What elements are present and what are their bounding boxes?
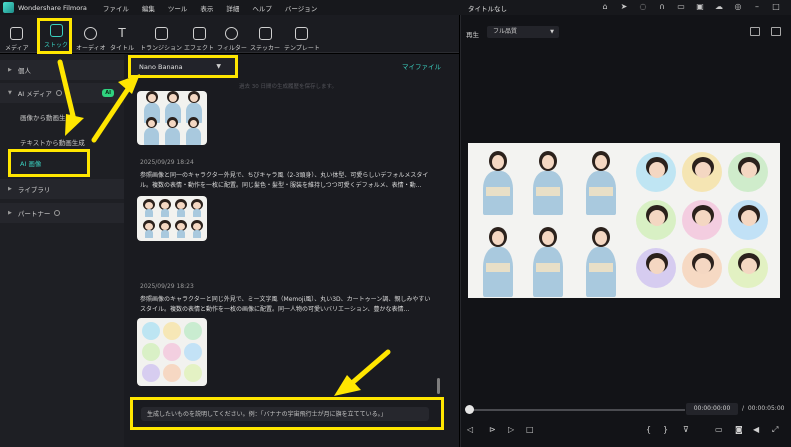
tab-filters[interactable]: フィルター [217, 27, 247, 52]
minimize-icon[interactable]: – [752, 2, 762, 12]
menu-tools[interactable]: ツール [168, 3, 188, 13]
prompt-text: 参照画像のキャラクターと同じ外見で、ミー文字風（Memoji風）、丸い3D、カー… [140, 296, 431, 313]
gift-icon[interactable]: ⌂ [600, 2, 610, 12]
mark-in-icon[interactable]: { [646, 425, 651, 435]
sticker-icon [258, 27, 272, 40]
playback-track[interactable] [470, 409, 685, 411]
app-name: Wondershare Filmora [18, 3, 87, 12]
chevron-down-icon: ▼ [216, 63, 221, 70]
image-snapshot-icon[interactable] [771, 27, 781, 36]
generated-image-thumbnail[interactable] [137, 196, 207, 241]
tab-media[interactable]: メディア [5, 27, 29, 52]
media-icon [10, 27, 24, 40]
preview-canvas [468, 143, 780, 298]
sidebar-item-personal[interactable]: ▶ 個人 [0, 60, 124, 80]
model-dropdown[interactable]: Nano Banana ▼ [128, 55, 238, 78]
transition-icon [154, 27, 168, 40]
tab-templates[interactable]: テンプレート [284, 27, 320, 52]
display-icon[interactable]: ▭ [715, 425, 723, 435]
snapshot-icon[interactable]: ◙ [735, 425, 743, 435]
my-files-link[interactable]: マイファイル [402, 61, 441, 71]
caret-right-icon: ▶ [8, 186, 12, 192]
menu-version[interactable]: バージョン [285, 3, 317, 13]
grid-view-icon[interactable] [750, 27, 760, 36]
total-duration: / 00:00:05:00 [742, 405, 785, 412]
filmora-logo-icon [3, 2, 14, 13]
sidebar-item-partner[interactable]: ▶ パートナー [0, 203, 124, 223]
tab-effects[interactable]: エフェクト [184, 27, 214, 52]
effects-icon [192, 27, 206, 40]
monitor-icon[interactable]: ▭ [676, 2, 686, 12]
tab-transitions[interactable]: トランジション [140, 27, 182, 52]
tab-audio[interactable]: オーディオ [76, 27, 106, 52]
chevron-down-icon: ▼ [550, 29, 554, 35]
filter-icon [225, 27, 239, 40]
help-icon[interactable] [54, 210, 61, 216]
tab-stickers[interactable]: ステッカー [250, 27, 280, 52]
current-timecode[interactable]: 00:00:00:00 [686, 403, 738, 415]
document-title: タイトルなし [468, 5, 507, 13]
music-note-icon [84, 27, 98, 40]
playhead-knob[interactable] [465, 405, 474, 414]
marker-icon[interactable]: ⊽ [683, 425, 689, 435]
highlight-stock-tab [37, 18, 72, 54]
title-bar-icons: ⌂ ➤ ◌ ∩ ▭ ▣ ☁ ◎ – □ [600, 2, 781, 12]
post-timestamp: 2025/09/29 18:23 [140, 283, 194, 290]
post-timestamp: 2025/09/29 18:24 [140, 159, 194, 166]
quality-dropdown[interactable]: フル品質 ▼ [487, 26, 559, 38]
fullscreen-icon[interactable]: ⤢ [772, 425, 778, 435]
generated-image-thumbnail[interactable] [137, 91, 207, 145]
account-icon[interactable]: ◎ [733, 2, 743, 12]
play-icon[interactable]: ▷ [508, 425, 514, 435]
maximize-icon[interactable]: □ [771, 2, 781, 12]
menu-view[interactable]: 表示 [200, 3, 213, 13]
bulb-icon[interactable]: ◌ [638, 2, 648, 12]
prompt-area [130, 397, 444, 430]
volume-icon[interactable]: ◀ [753, 425, 759, 435]
headset-icon[interactable]: ∩ [657, 2, 667, 12]
playback-label: 再生 [466, 31, 479, 39]
history-hint: 過去 30 日間の生成履歴を保存します。 [239, 84, 337, 90]
title-t-icon: T [118, 26, 126, 40]
prompt-text: 参照画像と同一のキャラクター外見で、ちびキャラ風（2-3頭身）、丸い体型、可愛ら… [140, 172, 429, 189]
sidebar-item-ai-media[interactable]: ▼ AI メディア AI [0, 83, 124, 103]
cloud-icon[interactable]: ☁ [714, 2, 724, 12]
caret-right-icon: ▶ [8, 210, 12, 216]
step-play-icon[interactable]: ⊳ [489, 425, 496, 435]
content-scrollbar[interactable] [437, 378, 440, 394]
menu-file[interactable]: ファイル [103, 3, 129, 13]
stop-icon[interactable]: □ [526, 425, 534, 435]
caret-down-icon: ▼ [8, 90, 12, 96]
prev-frame-icon[interactable]: ◁ [467, 425, 473, 435]
save-icon[interactable]: ▣ [695, 2, 705, 12]
caret-right-icon: ▶ [8, 67, 12, 73]
highlight-ai-image [8, 149, 90, 177]
sidebar-item-library[interactable]: ▶ ライブラリ [0, 179, 124, 199]
menu-bar: ファイル 編集 ツール 表示 詳細 ヘルプ バージョン [103, 3, 317, 13]
menu-edit[interactable]: 編集 [142, 3, 155, 13]
menu-advanced[interactable]: 詳細 [226, 3, 239, 13]
generated-image-thumbnail[interactable] [137, 318, 207, 386]
tab-titles[interactable]: T タイトル [110, 27, 134, 52]
sidebar-item-text-to-video[interactable]: テキストから動画生成 [20, 137, 85, 147]
template-icon [295, 27, 309, 40]
ai-badge: AI [102, 89, 114, 97]
menu-help[interactable]: ヘルプ [252, 3, 272, 13]
help-icon[interactable] [55, 90, 62, 96]
prompt-input[interactable] [141, 407, 429, 421]
mark-out-icon[interactable]: } [663, 425, 668, 435]
sidebar-item-image-to-video[interactable]: 画像から動画生成 [20, 112, 72, 122]
send-icon[interactable]: ➤ [619, 2, 629, 12]
